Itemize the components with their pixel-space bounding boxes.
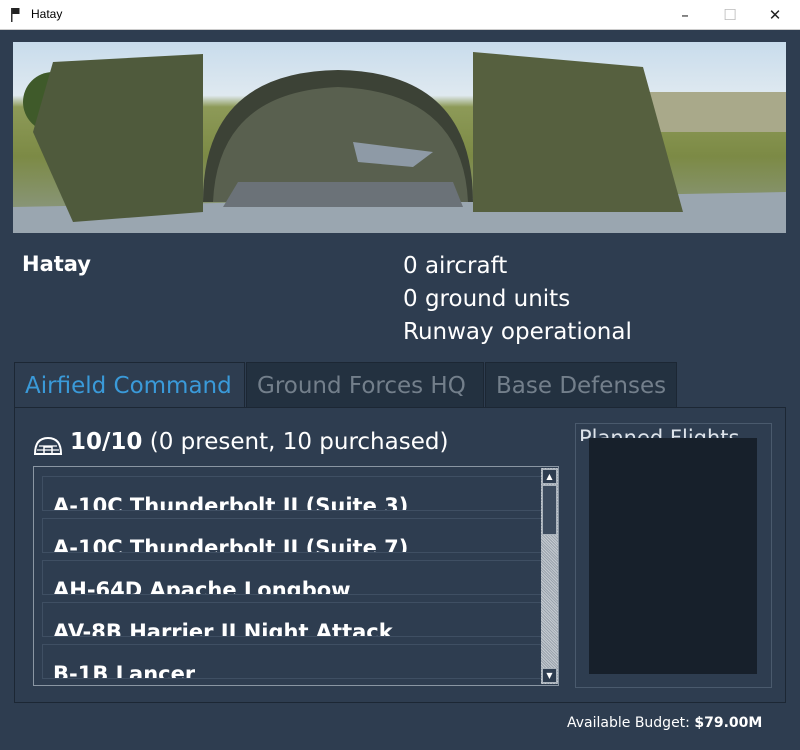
flag-icon [11,8,20,22]
list-item[interactable]: B-1B Lancer [42,644,542,679]
tab-base-defenses[interactable]: Base Defenses [485,362,677,408]
list-item[interactable]: AH-64D Apache Longbow [42,560,542,595]
aircraft-name: A-10C Thunderbolt II (Suite 3) [53,494,409,511]
close-button[interactable]: ✕ [760,4,790,26]
hangar-icon [33,436,63,455]
aircraft-detail: (0 present, 10 purchased) [149,429,449,455]
budget: Available Budget: $79.00M [567,715,762,731]
maximize-button[interactable]: ☐ [715,4,745,26]
base-name: Hatay [22,252,91,276]
ground-units-count: 0 ground units [403,286,571,312]
title-bar: Hatay – ☐ ✕ [0,0,800,30]
aircraft-name: AV-8B Harrier II Night Attack [53,620,393,637]
budget-value: $79.00M [694,715,763,731]
scrollbar-thumb[interactable] [542,485,557,535]
aircraft-summary: 10/10 (0 present, 10 purchased) [70,429,448,455]
planned-flights-list[interactable] [589,438,757,674]
aircraft-name: AH-64D Apache Longbow [53,578,351,595]
aircraft-list[interactable]: A-10C Thunderbolt II (Suite 3) A-10C Thu… [33,466,559,686]
window-title: Hatay [31,7,63,21]
hangar-picture [13,52,786,233]
tab-ground-forces-hq[interactable]: Ground Forces HQ [246,362,484,408]
airbase-image [13,42,786,233]
list-item[interactable]: A-10C Thunderbolt II (Suite 3) [42,476,542,511]
tab-airfield-command[interactable]: Airfield Command [14,362,245,408]
budget-label: Available Budget: [567,715,690,731]
minimize-button[interactable]: – [670,4,700,26]
list-scrollbar[interactable]: ▲ ▼ [541,468,558,684]
aircraft-capacity: 10/10 [70,429,143,455]
aircraft-name: A-10C Thunderbolt II (Suite 7) [53,536,409,553]
list-item[interactable]: AV-8B Harrier II Night Attack [42,602,542,637]
runway-status: Runway operational [403,319,632,345]
list-item[interactable]: A-10C Thunderbolt II (Suite 7) [42,518,542,553]
aircraft-name: B-1B Lancer [53,662,196,679]
aircraft-count: 0 aircraft [403,253,508,279]
scroll-up-button[interactable]: ▲ [542,469,557,484]
scroll-down-button[interactable]: ▼ [542,668,557,683]
